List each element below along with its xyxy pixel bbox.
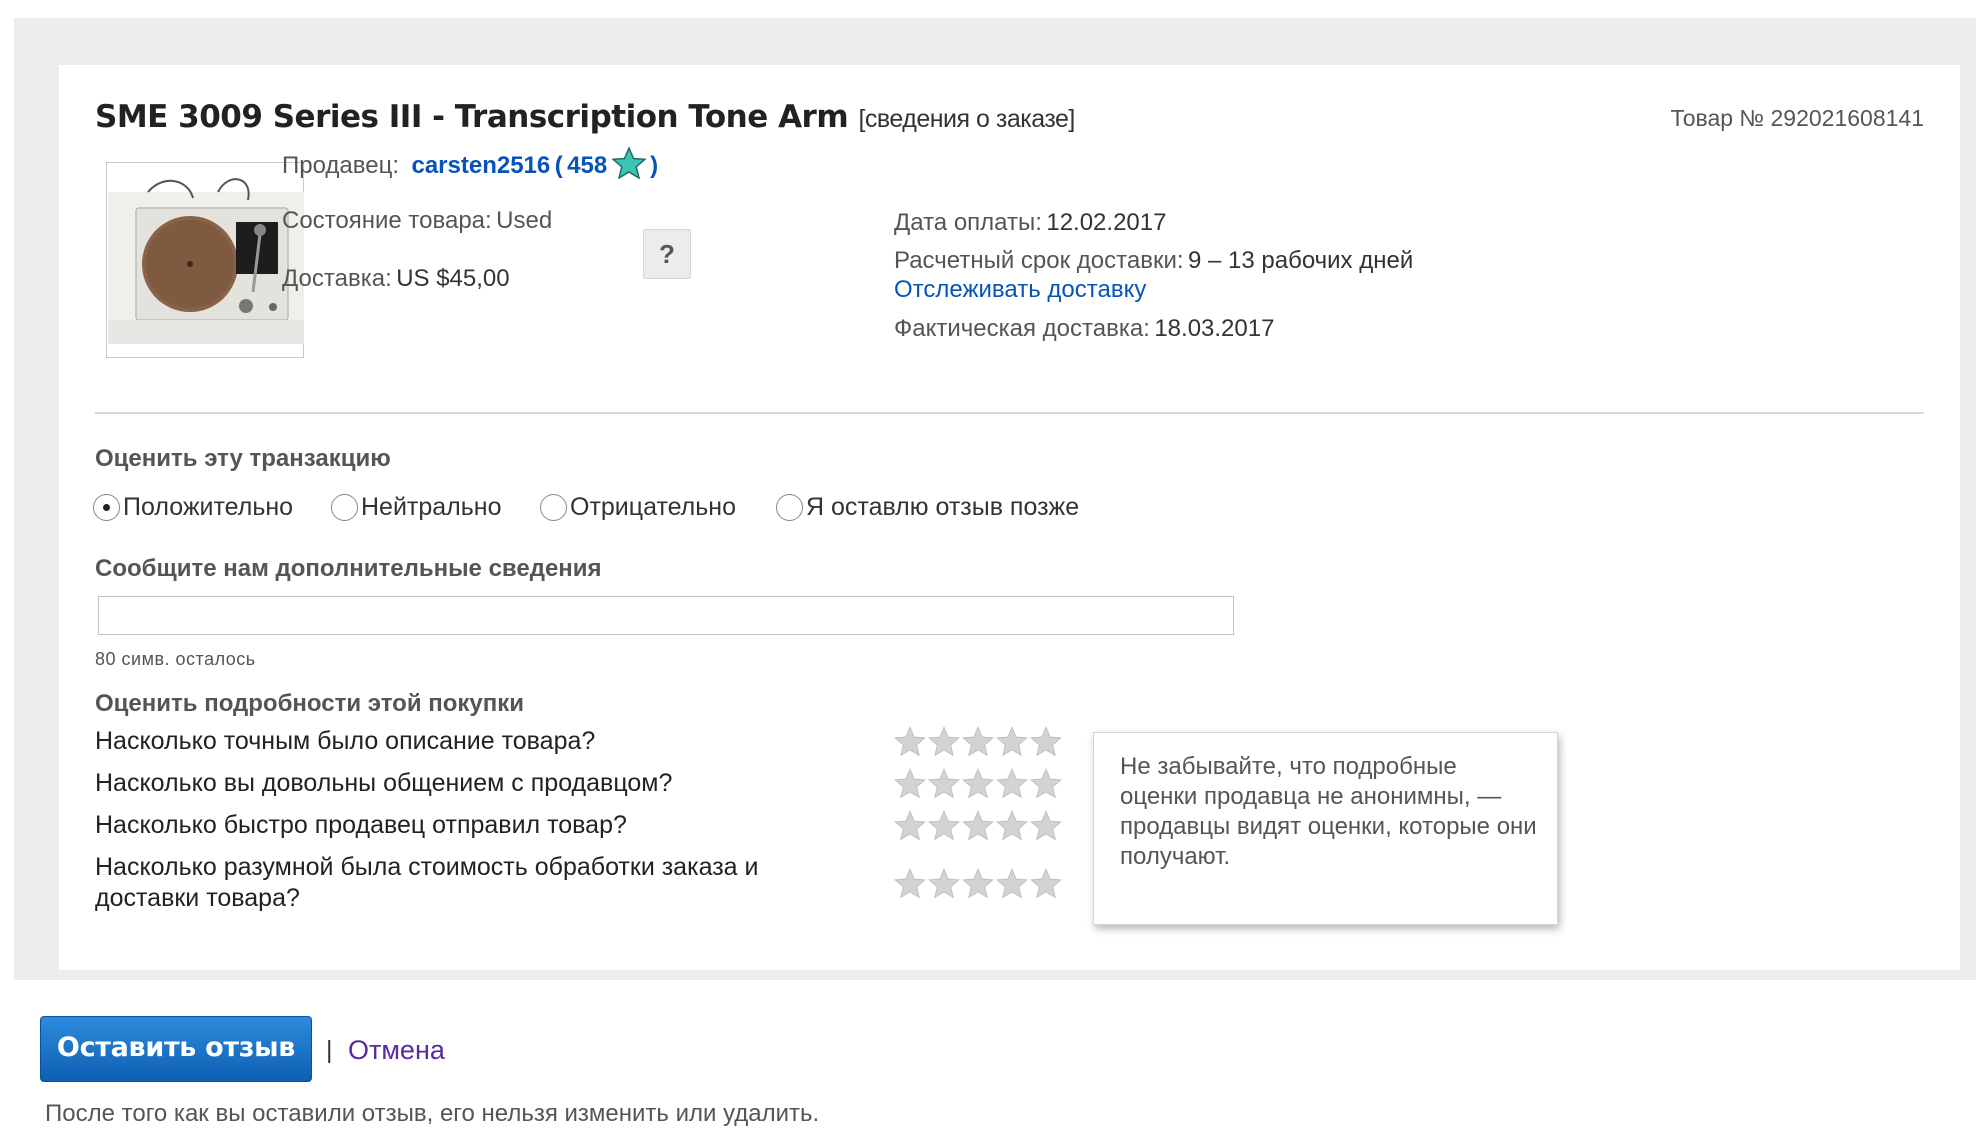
condition-row: Состояние товара: Used <box>282 207 552 235</box>
cancel-link[interactable]: Отмена <box>348 1035 445 1066</box>
seller-feedback-score[interactable]: 458 <box>567 152 607 179</box>
turquoise-star-icon <box>610 146 647 184</box>
payment-row: Дата оплаты: 12.02.2017 <box>894 209 1166 237</box>
rate-transaction-heading: Оценить эту транзакцию <box>95 445 391 472</box>
star-rating-shipping-speed[interactable] <box>894 810 1062 840</box>
estimated-delivery-label: Расчетный срок доставки: <box>894 247 1184 274</box>
star-icon[interactable] <box>928 810 960 840</box>
tooltip-note: Не забывайте, что подробные оценки прода… <box>1076 697 1558 925</box>
char-counter: 80 симв. осталось <box>95 649 256 669</box>
rating-neutral-option[interactable]: Нейтрально <box>331 493 502 522</box>
payment-label: Дата оплаты: <box>894 209 1042 236</box>
submit-feedback-button[interactable]: Оставить отзыв <box>40 1016 312 1082</box>
star-icon[interactable] <box>1030 868 1062 898</box>
track-delivery-link[interactable]: Отслеживать доставку <box>894 276 1146 304</box>
payment-value: 12.02.2017 <box>1046 209 1167 236</box>
rating-later-option[interactable]: Я оставлю отзыв позже <box>776 493 1079 522</box>
estimated-delivery-value: 9 – 13 рабочих дней <box>1187 247 1414 274</box>
question-description-accuracy: Насколько точным было описание товара? <box>95 727 596 755</box>
action-separator: | <box>326 1036 333 1064</box>
seller-paren-close: ) <box>650 152 659 179</box>
star-icon[interactable] <box>962 810 994 840</box>
question-shipping-cost: Насколько разумной была стоимость обрабо… <box>95 852 758 914</box>
comment-heading: Сообщите нам дополнительные сведения <box>95 555 602 582</box>
feedback-container: SME 3009 Series III - Transcription Tone… <box>14 18 1976 980</box>
actual-delivery-label: Фактическая доставка: <box>894 315 1150 342</box>
feedback-warning-note: После того как вы оставили отзыв, его не… <box>45 1100 820 1127</box>
shipping-value: US $45,00 <box>396 265 510 292</box>
star-icon[interactable] <box>996 768 1028 798</box>
question-communication: Насколько вы довольны общением с продавц… <box>95 769 673 797</box>
item-title: SME 3009 Series III - Transcription Tone… <box>95 99 1075 135</box>
star-icon[interactable] <box>894 726 926 756</box>
rating-positive-option[interactable]: Положительно <box>93 493 293 522</box>
item-title-text: SME 3009 Series III - Transcription Tone… <box>95 99 849 135</box>
radio-positive[interactable] <box>93 494 120 521</box>
star-icon[interactable] <box>962 768 994 798</box>
tooltip-text: Не забывайте, что подробные оценки прода… <box>1120 753 1537 870</box>
star-icon[interactable] <box>894 868 926 898</box>
radio-neutral[interactable] <box>331 494 358 521</box>
order-details-link[interactable]: сведения о заказе <box>865 105 1069 133</box>
star-icon[interactable] <box>1030 810 1062 840</box>
seller-row: Продавец: carsten2516 ( 458 ) <box>282 146 659 184</box>
condition-help-button[interactable]: ? <box>643 229 691 279</box>
condition-value: Used <box>496 207 553 234</box>
order-panel: SME 3009 Series III - Transcription Tone… <box>59 65 1960 970</box>
details-bracket-close: ] <box>1068 105 1075 133</box>
star-rating-communication[interactable] <box>894 768 1062 798</box>
rating-neutral-label: Нейтрально <box>361 493 502 521</box>
comment-input[interactable] <box>98 596 1234 635</box>
star-icon[interactable] <box>928 768 960 798</box>
star-icon[interactable] <box>1030 726 1062 756</box>
star-icon[interactable] <box>996 810 1028 840</box>
rating-negative-label: Отрицательно <box>570 493 737 521</box>
section-divider <box>95 412 1924 414</box>
star-icon[interactable] <box>928 726 960 756</box>
star-icon[interactable] <box>1030 768 1062 798</box>
star-rating-description[interactable] <box>894 726 1062 756</box>
rating-negative-option[interactable]: Отрицательно <box>540 493 736 522</box>
star-icon[interactable] <box>894 810 926 840</box>
estimated-delivery-row: Расчетный срок доставки: 9 – 13 рабочих … <box>894 247 1413 275</box>
rating-positive-label: Положительно <box>123 493 294 521</box>
item-number: Товар № 292021608141 <box>1670 105 1924 131</box>
star-icon[interactable] <box>962 868 994 898</box>
star-icon[interactable] <box>996 868 1028 898</box>
radio-negative[interactable] <box>540 494 567 521</box>
actual-delivery-value: 18.03.2017 <box>1154 315 1275 342</box>
shipping-label: Доставка: <box>282 265 392 292</box>
star-rating-shipping-cost[interactable] <box>894 868 1062 898</box>
seller-label: Продавец: <box>282 152 400 179</box>
star-icon[interactable] <box>996 726 1028 756</box>
question-shipping-speed: Насколько быстро продавец отправил товар… <box>95 811 627 839</box>
shipping-row: Доставка: US $45,00 <box>282 265 510 293</box>
star-icon[interactable] <box>928 868 960 898</box>
condition-label: Состояние товара: <box>282 207 492 234</box>
question-shipping-cost-line2: доставки товара? <box>95 884 300 912</box>
star-icon[interactable] <box>962 726 994 756</box>
seller-paren-open: ( <box>554 152 563 179</box>
star-icon[interactable] <box>894 768 926 798</box>
question-shipping-cost-line1: Насколько разумной была стоимость обрабо… <box>95 853 759 881</box>
seller-name-link[interactable]: carsten2516 <box>411 152 550 179</box>
rate-details-heading: Оценить подробности этой покупки <box>95 690 525 717</box>
item-thumbnail[interactable] <box>106 162 304 358</box>
radio-later[interactable] <box>776 494 803 521</box>
turntable-image <box>108 178 304 344</box>
actual-delivery-row: Фактическая доставка: 18.03.2017 <box>894 315 1274 343</box>
rating-later-label: Я оставлю отзыв позже <box>806 493 1080 521</box>
